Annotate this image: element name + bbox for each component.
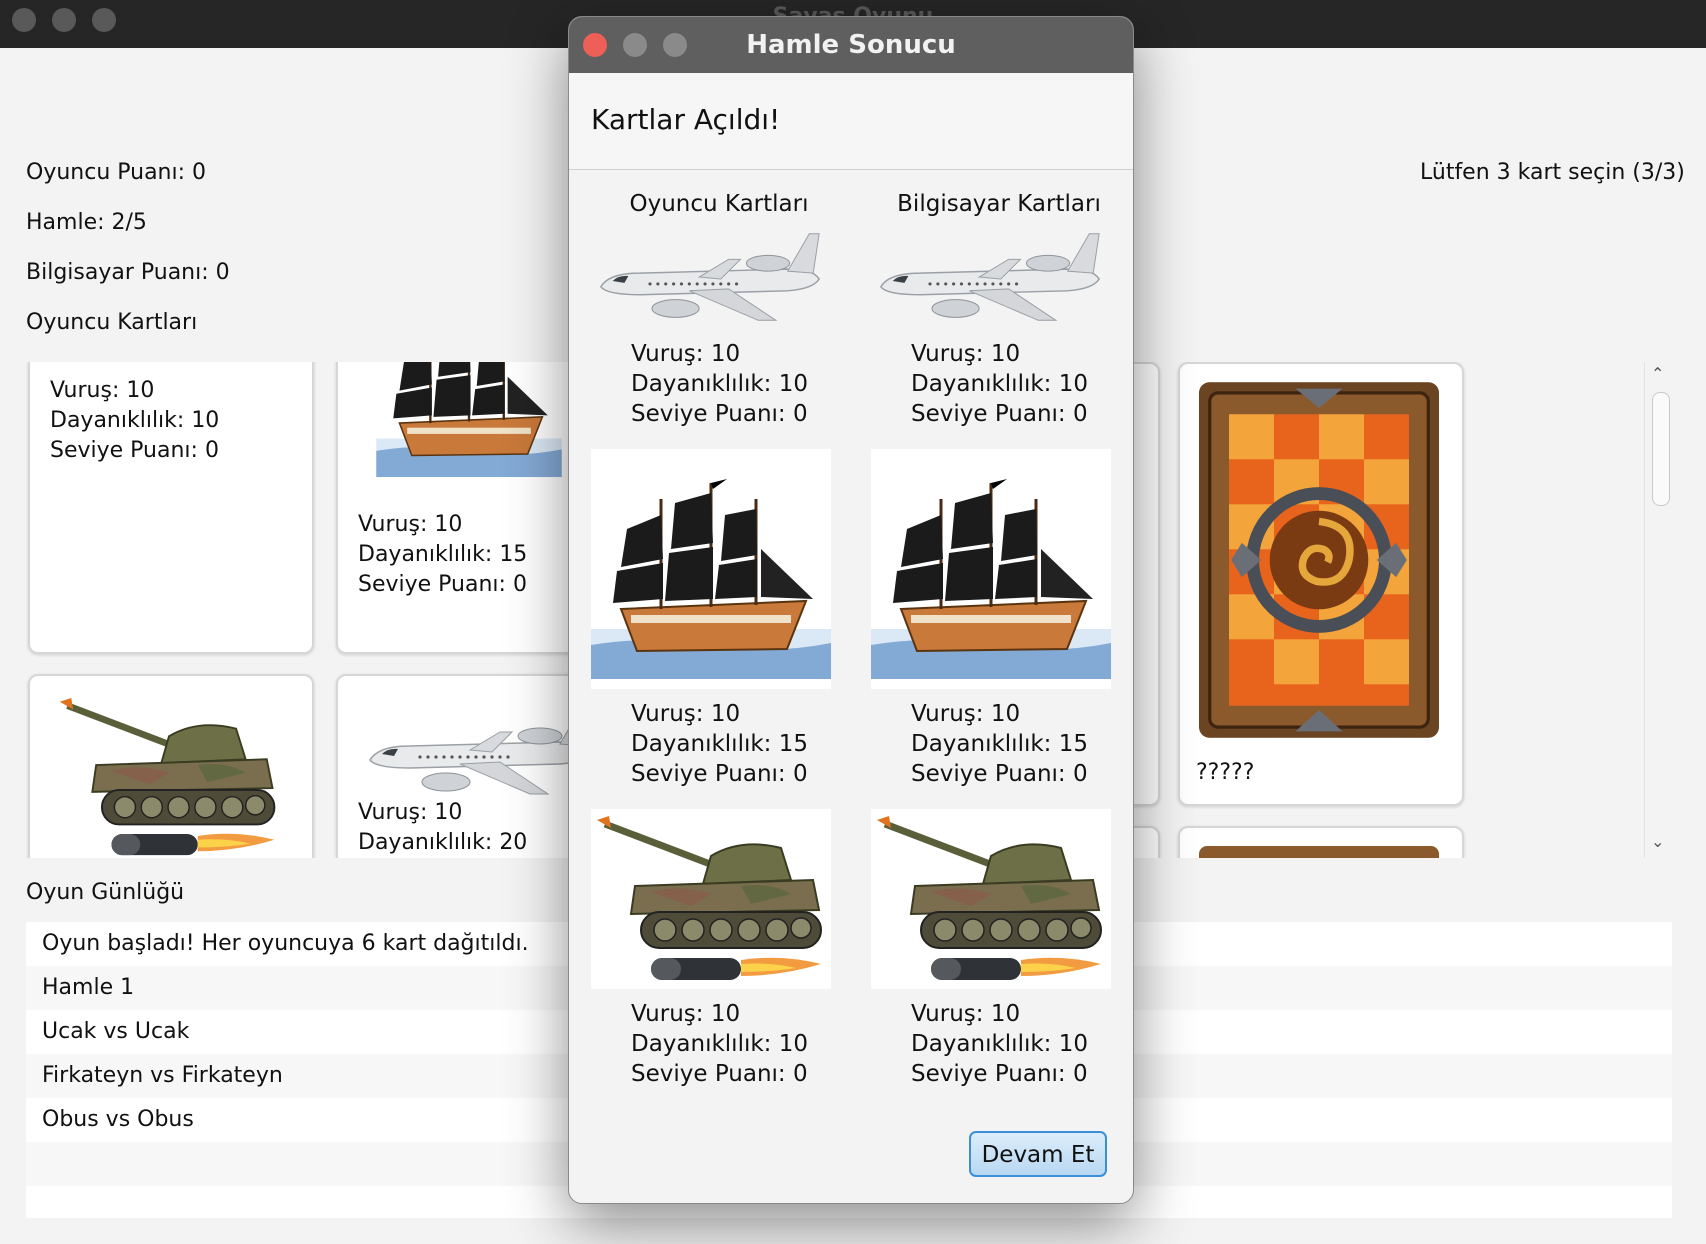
computer-cards-column-header: Bilgisayar Kartları xyxy=(897,191,1101,217)
dialog-title: Hamle Sonucu xyxy=(746,30,956,60)
tank-icon xyxy=(871,814,1111,984)
stat-hit: Vuruş: 10 xyxy=(631,701,741,727)
dialog-header: Kartlar Açıldı! xyxy=(569,73,1133,170)
stat-level: Seviye Puanı: 0 xyxy=(631,401,808,427)
stat-level: Seviye Puanı: 0 xyxy=(911,401,1088,427)
ship-icon xyxy=(354,362,584,504)
stat-level: Seviye Puanı: 0 xyxy=(911,761,1088,787)
tank-icon xyxy=(591,814,831,984)
hidden-card-label: ????? xyxy=(1196,760,1255,785)
card-level-value: Seviye Puanı: 0 xyxy=(50,438,219,463)
card-durability-value: Dayanıklılık: 10 xyxy=(50,408,220,433)
scroll-up-icon[interactable]: ⌃ xyxy=(1651,364,1664,383)
card-level-value: Seviye Puanı: 0 xyxy=(358,572,527,597)
scroll-down-icon[interactable]: ⌄ xyxy=(1651,832,1664,851)
computer-card-image xyxy=(871,449,1111,689)
player-card-image xyxy=(591,449,831,689)
player-card-stats: Vuruş: 10 Dayanıklılık: 15 Seviye Puanı:… xyxy=(631,699,808,789)
player-cards-heading: Oyuncu Kartları xyxy=(26,310,198,335)
player-score-label: Oyuncu Puanı: 0 xyxy=(26,160,207,185)
player-card-stats: Vuruş: 10 Dayanıklılık: 10 Seviye Puanı:… xyxy=(631,999,808,1089)
stat-durability: Dayanıklılık: 10 xyxy=(631,371,809,397)
player-card-image xyxy=(591,809,831,989)
player-card[interactable] xyxy=(28,674,314,858)
dialog-titlebar: Hamle Sonucu xyxy=(569,17,1133,73)
ship-icon xyxy=(591,459,831,679)
dialog-header-text: Kartlar Açıldı! xyxy=(591,103,781,136)
computer-card-stats: Vuruş: 10 Dayanıklılık: 15 Seviye Puanı:… xyxy=(911,699,1088,789)
player-cards-column-header: Oyuncu Kartları xyxy=(629,191,809,217)
computer-card-stats: Vuruş: 10 Dayanıklılık: 10 Seviye Puanı:… xyxy=(911,339,1088,429)
card-hit-value: Vuruş: 10 xyxy=(358,800,463,825)
stat-durability: Dayanıklılık: 10 xyxy=(631,1031,809,1057)
plane-icon xyxy=(360,702,600,802)
card-grid-scrollbar[interactable]: ⌃ ⌄ xyxy=(1644,362,1675,858)
stat-hit: Vuruş: 10 xyxy=(911,1001,1021,1027)
ship-icon xyxy=(871,459,1111,679)
stat-durability: Dayanıklılık: 10 xyxy=(911,1031,1089,1057)
continue-button[interactable]: Devam Et xyxy=(969,1131,1107,1177)
plane-icon xyxy=(591,229,827,329)
stat-hit: Vuruş: 10 xyxy=(911,701,1021,727)
player-card[interactable] xyxy=(1178,826,1464,858)
stat-durability: Dayanıklılık: 15 xyxy=(631,731,809,757)
computer-card-stats: Vuruş: 10 Dayanıklılık: 10 Seviye Puanı:… xyxy=(911,999,1088,1089)
stat-durability: Dayanıklılık: 15 xyxy=(911,731,1089,757)
computer-card-image xyxy=(871,809,1111,989)
tank-icon xyxy=(54,696,284,858)
move-result-dialog: Hamle Sonucu Kartlar Açıldı! Oyuncu Kart… xyxy=(568,16,1134,1204)
card-hit-value: Vuruş: 10 xyxy=(50,378,155,403)
player-card-stats: Vuruş: 10 Dayanıklılık: 10 Seviye Puanı:… xyxy=(631,339,808,429)
card-durability-value: Dayanıklılık: 20 xyxy=(358,830,528,855)
stat-durability: Dayanıklılık: 10 xyxy=(911,371,1089,397)
selection-instruction: Lütfen 3 kart seçin (3/3) xyxy=(1420,160,1685,185)
stat-hit: Vuruş: 10 xyxy=(631,341,741,367)
player-card[interactable]: Vuruş: 10 Dayanıklılık: 10 Seviye Puanı:… xyxy=(28,362,314,654)
stat-hit: Vuruş: 10 xyxy=(911,341,1021,367)
move-counter-label: Hamle: 2/5 xyxy=(26,210,147,235)
computer-score-label: Bilgisayar Puanı: 0 xyxy=(26,260,230,285)
stat-level: Seviye Puanı: 0 xyxy=(911,1061,1088,1087)
card-durability-value: Dayanıklılık: 15 xyxy=(358,542,528,567)
card-back-icon xyxy=(1199,382,1439,738)
card-back-icon xyxy=(1199,846,1439,858)
plane-icon xyxy=(871,229,1107,329)
stat-level: Seviye Puanı: 0 xyxy=(631,761,808,787)
card-hit-value: Vuruş: 10 xyxy=(358,512,463,537)
scrollbar-thumb[interactable] xyxy=(1652,392,1670,506)
game-log-heading: Oyun Günlüğü xyxy=(26,880,185,905)
player-card[interactable]: ????? xyxy=(1178,362,1464,806)
stat-hit: Vuruş: 10 xyxy=(631,1001,741,1027)
stat-level: Seviye Puanı: 0 xyxy=(631,1061,808,1087)
